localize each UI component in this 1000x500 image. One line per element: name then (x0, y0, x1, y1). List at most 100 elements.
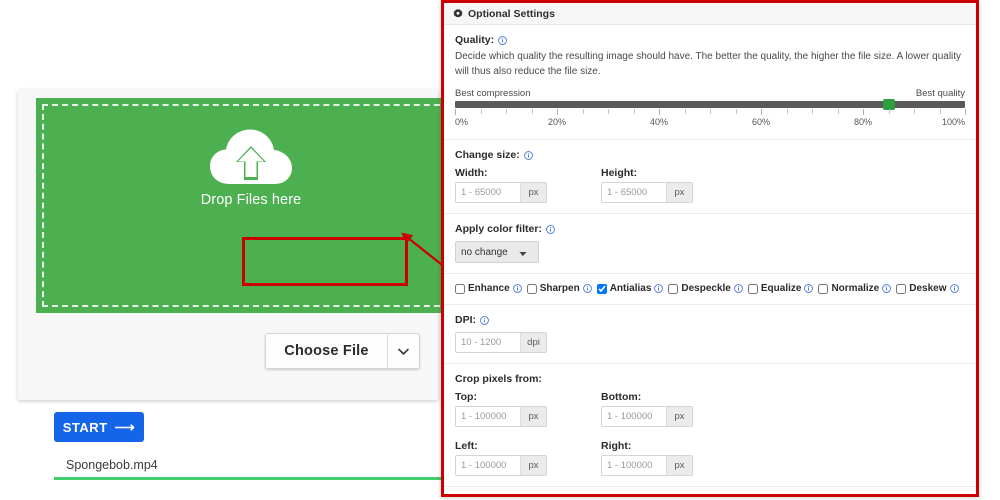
info-icon[interactable] (523, 150, 533, 160)
checkbox-deskew[interactable] (896, 283, 907, 294)
info-icon[interactable] (498, 35, 507, 45)
crop-right-input[interactable] (602, 456, 666, 475)
info-icon[interactable] (512, 284, 522, 293)
filter-checkbox-normalize[interactable]: Normalize (818, 283, 892, 294)
color-filter-section: Apply color filter: no change (444, 214, 976, 274)
slider-tick (837, 109, 839, 114)
dpi-input[interactable] (456, 333, 520, 352)
crop-right-group: Right: px (601, 440, 747, 476)
dpi-unit: dpi (520, 333, 546, 352)
crop-left-input[interactable] (456, 456, 520, 475)
crop-top-input-group[interactable]: px (455, 406, 547, 427)
checkbox-label-normalize[interactable]: Normalize (831, 283, 879, 294)
filter-checkbox-despeckle[interactable]: Despeckle (668, 283, 743, 294)
start-button-label: START (62, 419, 108, 435)
slider-min-label: Best compression (455, 88, 531, 99)
cloud-upload-icon (210, 129, 292, 184)
info-icon[interactable] (654, 284, 664, 293)
checkbox-antialias[interactable] (596, 283, 607, 294)
dropzone-label: Drop Files here (200, 192, 302, 208)
quality-slider-track[interactable] (455, 99, 965, 110)
checkbox-label-equalize[interactable]: Equalize (761, 283, 802, 294)
image-filters-section: Enhance Sharpen Antialias Despeckle Equalize… (444, 274, 976, 305)
color-filter-select[interactable]: no change (455, 241, 539, 263)
checkbox-label-sharpen[interactable]: Sharpen (540, 283, 580, 294)
width-input-group[interactable]: px (455, 182, 547, 203)
crop-bottom-label: Bottom: (601, 391, 642, 403)
arrow-right-icon: ⟶ (114, 419, 136, 435)
checkbox-label-enhance[interactable]: Enhance (468, 283, 510, 294)
filter-checkbox-enhance[interactable]: Enhance (455, 283, 522, 294)
quality-label-row: Quality: (455, 34, 965, 46)
crop-left-input-group[interactable]: px (455, 455, 547, 476)
height-label: Height: (601, 167, 638, 179)
info-icon[interactable] (949, 284, 959, 293)
uploader-card: Drop Files here Choose File START ⟶ Spon… (18, 90, 466, 480)
filter-checkbox-equalize[interactable]: Equalize (747, 283, 814, 294)
crop-right-label: Right: (601, 440, 632, 452)
crop-right-input-group[interactable]: px (601, 455, 693, 476)
width-unit: px (520, 183, 546, 202)
crop-left-unit: px (520, 456, 546, 475)
slider-tick-label: 0% (455, 117, 469, 127)
slider-tick (684, 109, 686, 114)
slider-tick-label: 40% (649, 117, 669, 127)
slider-tick (914, 109, 915, 114)
info-icon[interactable] (882, 284, 892, 293)
change-size-label: Change size: (455, 149, 520, 161)
choose-file-dropdown-toggle[interactable] (387, 334, 419, 368)
checkbox-despeckle[interactable] (668, 283, 679, 294)
checkbox-equalize[interactable] (747, 283, 758, 294)
threshold-label-row: Set black and white threshold: (455, 495, 965, 497)
info-icon[interactable] (734, 284, 743, 293)
slider-tick (455, 109, 456, 115)
slider-tick (506, 109, 507, 114)
dpi-input-group[interactable]: dpi (455, 332, 547, 353)
color-filter-label-row: Apply color filter: (455, 223, 965, 235)
choose-file-control[interactable]: Choose File (265, 333, 420, 369)
info-icon[interactable] (582, 284, 592, 293)
info-icon[interactable] (480, 315, 489, 325)
checkbox-label-deskew[interactable]: Deskew (909, 283, 946, 294)
width-input[interactable] (456, 183, 520, 202)
height-input-group[interactable]: px (601, 182, 693, 203)
slider-tick (812, 109, 813, 114)
slider-max-label: Best quality (915, 88, 965, 99)
crop-bottom-input-group[interactable]: px (601, 406, 693, 427)
quality-label: Quality: (455, 34, 495, 46)
slider-tick (965, 109, 966, 115)
choose-file-button[interactable]: Choose File (266, 334, 387, 368)
info-icon[interactable] (546, 224, 555, 234)
info-icon[interactable] (611, 497, 620, 498)
checkbox-normalize[interactable] (818, 283, 829, 294)
crop-top-input[interactable] (456, 407, 520, 426)
dpi-label: DPI: (455, 314, 476, 326)
settings-panel-title: Optional Settings (468, 7, 555, 20)
width-field-group: Width: px (455, 167, 601, 203)
crop-bottom-group: Bottom: px (601, 391, 747, 427)
slider-tick (659, 109, 660, 115)
start-button[interactable]: START ⟶ (54, 412, 144, 442)
slider-tick (557, 109, 558, 115)
threshold-section: Set black and white threshold: (444, 487, 976, 497)
slider-tick (939, 109, 941, 114)
checkbox-sharpen[interactable] (526, 283, 537, 294)
file-list-item[interactable]: Spongebob.mp4 (54, 452, 456, 480)
dpi-label-row: DPI: (455, 314, 965, 326)
file-dropzone[interactable]: Drop Files here (36, 98, 466, 313)
info-icon[interactable] (804, 284, 814, 293)
crop-top-unit: px (520, 407, 546, 426)
checkbox-enhance[interactable] (455, 283, 465, 294)
checkbox-label-despeckle[interactable]: Despeckle (681, 283, 730, 294)
quality-section: Quality: Decide which quality the result… (444, 25, 976, 140)
dpi-field-row: dpi (455, 332, 965, 353)
checkbox-label-antialias[interactable]: Antialias (610, 283, 652, 294)
filter-checkbox-sharpen[interactable]: Sharpen (526, 283, 592, 294)
height-input[interactable] (602, 183, 666, 202)
crop-left-group: Left: px (455, 440, 601, 476)
slider-tick-label: 20% (547, 117, 567, 127)
crop-bottom-input[interactable] (602, 407, 666, 426)
crop-label: Crop pixels from: (455, 373, 542, 385)
filter-checkbox-antialias[interactable]: Antialias (596, 283, 664, 294)
filter-checkbox-deskew[interactable]: Deskew (896, 283, 959, 294)
